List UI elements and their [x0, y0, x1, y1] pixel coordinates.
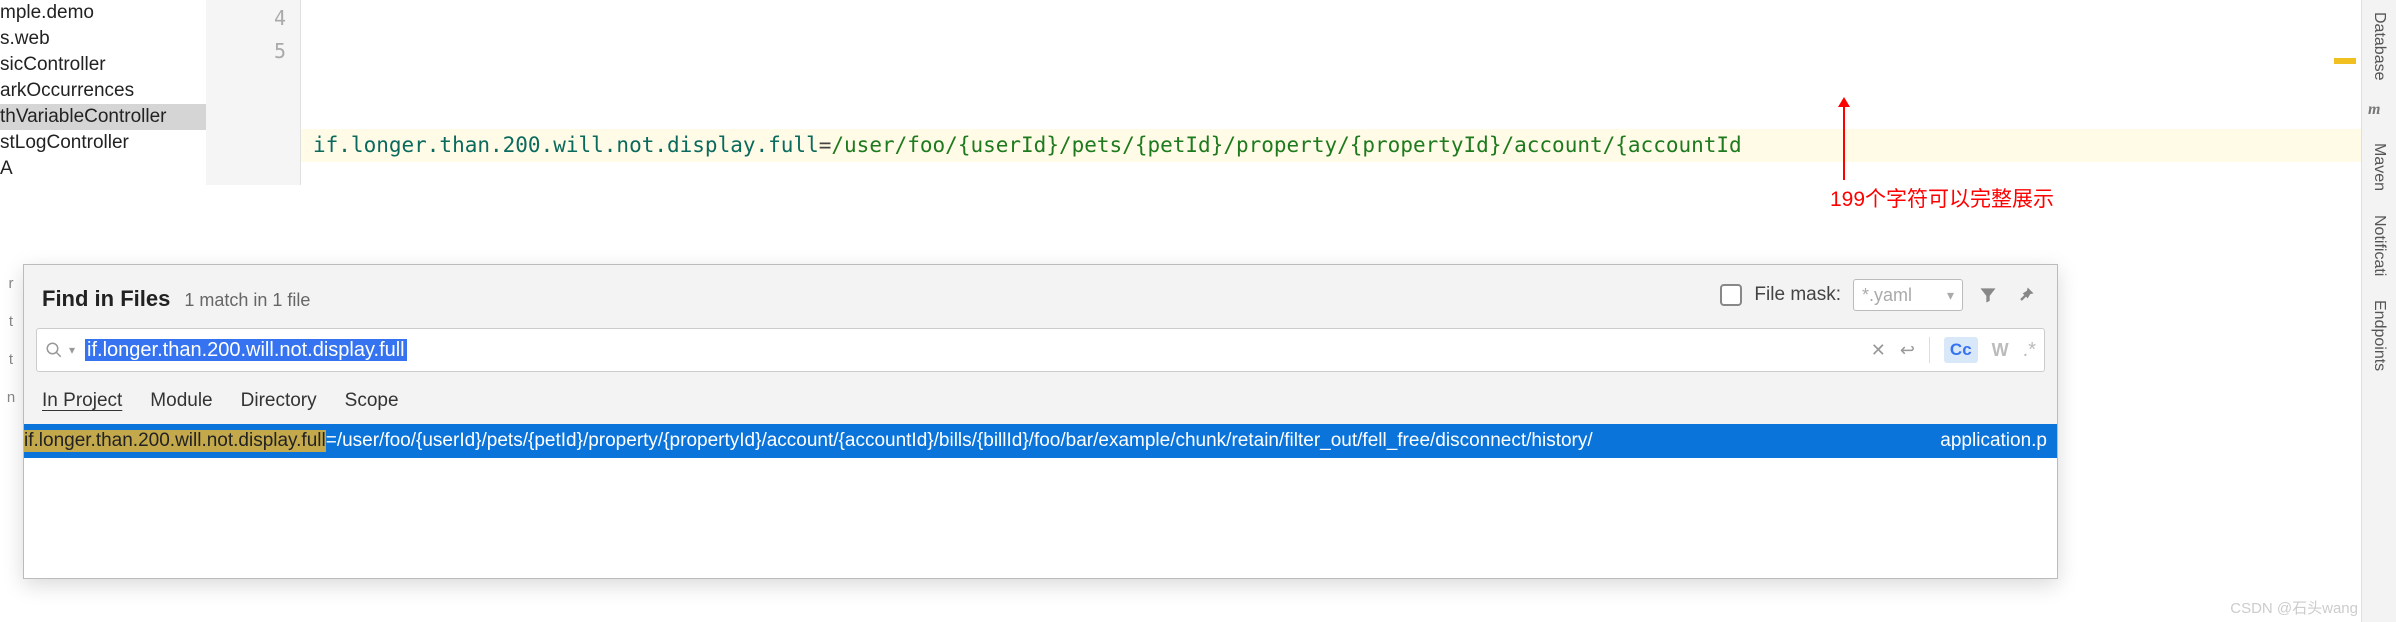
editor-gutter: 4 5 — [206, 0, 301, 185]
scope-tabs: In Project Module Directory Scope — [24, 382, 2057, 424]
match-highlight: if.longer.than.200.will.not.display.full — [24, 430, 326, 452]
line-number: 5 — [206, 33, 300, 66]
editor-line — [301, 48, 2361, 81]
tab-in-project[interactable]: In Project — [42, 390, 122, 412]
result-rest: =/user/foo/{userId}/pets/{petId}/propert… — [326, 430, 1593, 452]
chevron-down-icon[interactable]: ▾ — [1947, 287, 1954, 304]
tree-item[interactable]: arkOccurrences — [0, 78, 206, 104]
tree-item[interactable]: mple.demo — [0, 0, 206, 26]
search-bar[interactable]: ▾ if.longer.than.200.will.not.display.fu… — [36, 328, 2045, 372]
filemask-checkbox[interactable] — [1720, 284, 1742, 306]
filemask-label: File mask: — [1754, 284, 1841, 306]
line-number: 4 — [206, 0, 300, 33]
annotation-text: 199个字符可以完整展示 — [1830, 183, 2054, 213]
tree-item[interactable]: stLogController — [0, 130, 206, 156]
search-result-row[interactable]: if.longer.than.200.will.not.display.full… — [24, 424, 2057, 458]
search-input[interactable]: if.longer.than.200.will.not.display.full — [81, 339, 1871, 362]
watermark: CSDN @石头wang — [2230, 597, 2358, 618]
project-tree-fragment[interactable]: mple.demo s.web sicController arkOccurre… — [0, 0, 206, 185]
annotation-arrow-icon — [1843, 105, 1845, 180]
property-value: /user/foo/{userId}/pets/{petId}/property… — [831, 133, 1741, 157]
tree-item[interactable]: sicController — [0, 52, 206, 78]
toolwindow-stub[interactable]: t — [0, 302, 22, 340]
filemask-input[interactable]: *.yaml ▾ — [1853, 279, 1963, 311]
toolwindow-endpoints[interactable]: Endpoints — [2366, 288, 2392, 383]
match-case-button[interactable]: Cc — [1944, 337, 1978, 363]
editor-line-highlighted[interactable]: if.longer.than.200.will.not.display.full… — [301, 129, 2361, 162]
find-in-files-dialog: Find in Files 1 match in 1 file File mas… — [23, 264, 2058, 579]
editor-warning-stripe — [2334, 58, 2356, 64]
match-summary: 1 match in 1 file — [184, 290, 310, 311]
tab-directory[interactable]: Directory — [241, 390, 317, 412]
filemask-value: *.yaml — [1862, 285, 1912, 306]
tree-item-selected[interactable]: thVariableController — [0, 104, 206, 130]
match-words-button[interactable]: W — [1992, 340, 2009, 361]
divider — [1929, 337, 1930, 363]
find-header: Find in Files 1 match in 1 file File mas… — [24, 265, 2057, 322]
toolwindow-stub[interactable]: t — [0, 340, 22, 378]
search-input-selection: if.longer.than.200.will.not.display.full — [85, 339, 407, 361]
toolwindow-stub[interactable]: r — [0, 264, 22, 302]
tree-item[interactable]: A — [0, 156, 206, 182]
toolwindow-stub[interactable]: n — [0, 378, 22, 416]
editor-area[interactable]: if.longer.than.200.will.not.display.full… — [301, 0, 2361, 185]
toolwindow-notifications[interactable]: Notificati — [2366, 203, 2392, 288]
regex-button[interactable]: .* — [2023, 339, 2036, 362]
tab-module[interactable]: Module — [150, 390, 212, 412]
toolwindow-maven[interactable]: Maven — [2366, 131, 2392, 203]
right-tool-window-bar[interactable]: Database m Maven Notificati Endpoints — [2361, 0, 2396, 622]
history-icon[interactable]: ↩ — [1900, 340, 1915, 361]
results-empty-area — [24, 458, 2057, 578]
tree-item[interactable]: s.web — [0, 26, 206, 52]
chevron-down-icon[interactable]: ▾ — [69, 343, 75, 357]
left-tool-window-bar[interactable]: r t t n — [0, 264, 22, 622]
pin-icon[interactable] — [2013, 282, 2039, 308]
result-file-name: application.p — [1926, 430, 2047, 452]
equals-sign: = — [819, 133, 832, 157]
maven-icon[interactable]: m — [2368, 101, 2390, 123]
property-key: if.longer.than.200.will.not.display.full — [313, 133, 819, 157]
filter-icon[interactable] — [1975, 282, 2001, 308]
search-icon — [45, 341, 63, 359]
dialog-title: Find in Files — [42, 286, 170, 312]
clear-icon[interactable]: ✕ — [1871, 340, 1886, 361]
toolwindow-database[interactable]: Database — [2366, 0, 2392, 93]
tab-scope[interactable]: Scope — [345, 390, 399, 412]
